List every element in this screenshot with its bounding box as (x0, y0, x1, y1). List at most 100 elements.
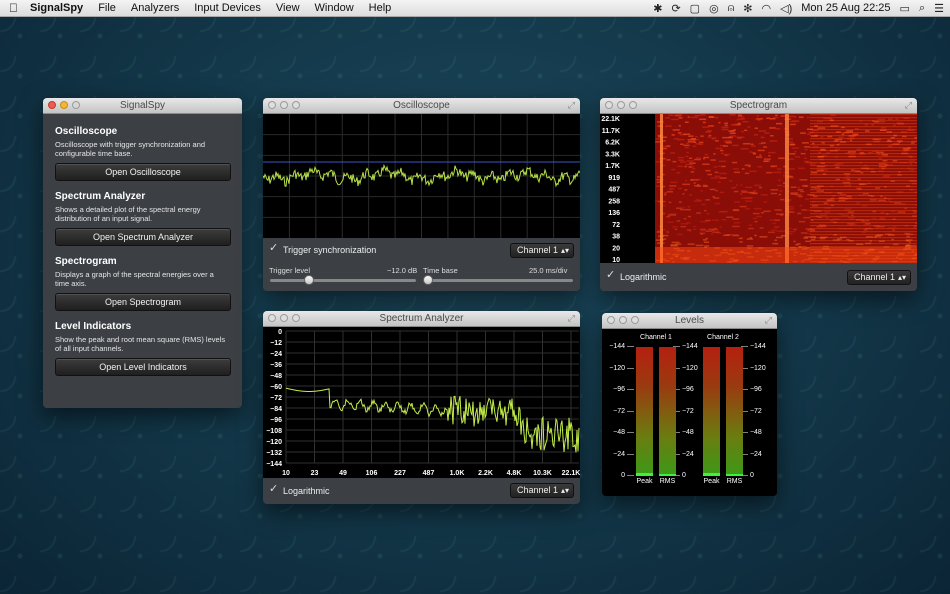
menu-help[interactable]: Help (369, 2, 392, 14)
spectrogram-cell (705, 237, 708, 240)
freq-tick-label: 136 (608, 210, 620, 217)
spectrogram-cell (705, 169, 711, 172)
notification-center-icon[interactable]: ☰ (934, 2, 944, 15)
level-meter-bar (726, 347, 743, 476)
fullscreen-icon[interactable]: ⤢ (905, 101, 912, 110)
spectrogram-cell (727, 140, 732, 142)
window-status-icon[interactable]: ▢ (690, 2, 700, 15)
open-spectrum-analyzer-button[interactable]: Open Spectrum Analyzer (55, 228, 231, 246)
spectrogram-harmonic (810, 207, 917, 209)
airplay-status-icon[interactable]: ◎ (709, 2, 719, 15)
trigger-level-slider[interactable] (270, 279, 416, 282)
spectrogram-cell (844, 208, 852, 210)
bluetooth-icon[interactable]: ✻ (743, 2, 752, 15)
spectrogram-cell (700, 221, 708, 223)
spectrum-titlebar[interactable]: Spectrum Analyzer ⤢ (263, 311, 580, 327)
close-button[interactable] (268, 314, 276, 322)
menu-view[interactable]: View (276, 2, 300, 14)
spectrogram-cell (909, 163, 913, 165)
minimize-button[interactable] (617, 101, 625, 109)
spectrum-channel-select[interactable]: Channel 1 ▴▾ (510, 483, 574, 498)
time-machine-icon[interactable]: ⍝ (728, 2, 735, 15)
spectrogram-cell (754, 220, 758, 223)
spectrogram-cell (689, 162, 696, 164)
spectrogram-cell (729, 180, 733, 182)
oscilloscope-plot (263, 114, 580, 238)
clock[interactable]: Mon 25 Aug 22:25 (801, 2, 890, 14)
spectrogram-cell (686, 151, 689, 154)
fullscreen-icon[interactable]: ⤢ (568, 101, 575, 110)
close-button[interactable] (268, 101, 276, 109)
close-button[interactable] (48, 101, 56, 109)
sync-status-icon[interactable]: ⟳ (671, 2, 680, 15)
level-scale-label: — −24 (741, 450, 762, 458)
spectrogram-harmonic (810, 198, 917, 200)
spectrogram-cell (776, 230, 782, 232)
zoom-button[interactable] (631, 316, 639, 324)
open-spectrogram-button[interactable]: Open Spectrogram (55, 293, 231, 311)
minimize-button[interactable] (280, 101, 288, 109)
oscilloscope-titlebar[interactable]: Oscilloscope ⤢ (263, 98, 580, 114)
launcher-titlebar[interactable]: SignalSpy (43, 98, 242, 114)
battery-icon[interactable]: ▭ (900, 2, 910, 15)
open-level-indicators-button[interactable]: Open Level Indicators (55, 358, 231, 376)
trigger-sync-label: Trigger synchronization (283, 245, 377, 255)
levels-titlebar[interactable]: Levels ⤢ (602, 313, 777, 329)
spectrogram-cell (692, 228, 697, 231)
menu-app-name[interactable]: SignalSpy (30, 2, 83, 14)
menu-input-devices[interactable]: Input Devices (194, 2, 261, 14)
spectrogram-cell (909, 241, 911, 243)
oscilloscope-channel-select[interactable]: Channel 1 ▴▾ (510, 243, 574, 258)
spectrogram-titlebar[interactable]: Spectrogram ⤢ (600, 98, 917, 114)
fullscreen-icon[interactable]: ⤢ (765, 316, 772, 325)
spectrogram-logarithmic-checkbox[interactable]: ✓ (606, 270, 616, 281)
spotlight-search-icon[interactable]: ⌕ (919, 2, 925, 15)
menu-file[interactable]: File (98, 2, 116, 14)
close-button[interactable] (607, 316, 615, 324)
minimize-button[interactable] (60, 101, 68, 109)
level-bar-label: Peak (636, 478, 653, 485)
zoom-button[interactable] (292, 101, 300, 109)
open-oscilloscope-button[interactable]: Open Oscilloscope (55, 163, 231, 181)
spectrogram-cell (760, 194, 768, 196)
spectrogram-cell (671, 134, 675, 136)
menu-analyzers[interactable]: Analyzers (131, 2, 179, 14)
spectrogram-cell (684, 165, 687, 168)
spectrogram-cell (738, 237, 743, 240)
zoom-button[interactable] (72, 101, 80, 109)
spectrogram-cell (702, 126, 710, 128)
db-tick-label: −72 (270, 395, 282, 402)
time-base-slider[interactable] (424, 279, 573, 282)
spectrogram-cell (847, 211, 854, 213)
zoom-button[interactable] (629, 101, 637, 109)
apple-menu-icon[interactable]:  (9, 1, 18, 15)
spectrogram-cell (742, 143, 750, 145)
section-desc-spectrum: Shows a detailed plot of the spectral en… (55, 205, 201, 223)
spectrogram-cell (686, 160, 694, 162)
fullscreen-icon[interactable]: ⤢ (568, 314, 575, 323)
level-bar-label: RMS (726, 478, 743, 485)
spectrogram-harmonic (810, 219, 917, 221)
volume-icon[interactable]: ◁) (780, 2, 792, 15)
minimize-button[interactable] (280, 314, 288, 322)
spectrogram-harmonic (810, 150, 917, 152)
menu-window[interactable]: Window (315, 2, 354, 14)
spectrogram-cell (757, 166, 763, 168)
time-base-knob[interactable] (423, 275, 434, 285)
spectrogram-cell (732, 225, 740, 228)
zoom-button[interactable] (292, 314, 300, 322)
level-scale-label: −96 — (613, 386, 634, 393)
close-button[interactable] (605, 101, 613, 109)
trigger-sync-checkbox[interactable]: ✓ (269, 243, 279, 254)
spectrogram-cell (678, 187, 683, 190)
spectrogram-channel-select[interactable]: Channel 1 ▴▾ (847, 270, 911, 285)
launcher-window: SignalSpy Oscilloscope Oscilloscope with… (43, 98, 242, 408)
spectrogram-harmonic (810, 138, 917, 140)
trigger-level-knob[interactable] (304, 275, 315, 285)
gear-status-icon[interactable]: ✱ (653, 2, 662, 15)
spectrum-logarithmic-checkbox[interactable]: ✓ (269, 484, 279, 495)
wifi-icon[interactable]: ◠ (762, 2, 772, 15)
status-area: ✱ ⟳ ▢ ◎ ⍝ ✻ ◠ ◁) Mon 25 Aug 22:25 ▭ ⌕ ☰ (653, 0, 944, 16)
minimize-button[interactable] (619, 316, 627, 324)
spectrogram-cell (736, 136, 745, 138)
